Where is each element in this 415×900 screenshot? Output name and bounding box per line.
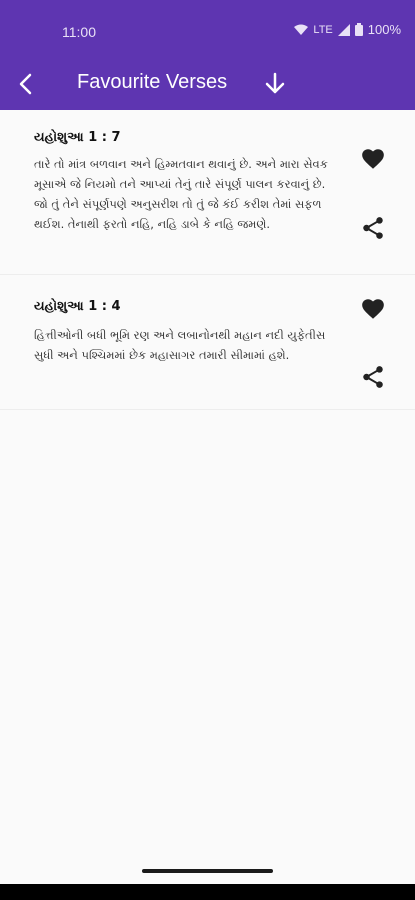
- heart-icon: [362, 299, 384, 319]
- page-title: Favourite Verses: [77, 71, 228, 93]
- share-icon: [363, 366, 383, 388]
- share-icon: [363, 217, 383, 239]
- arrow-down-icon: [265, 72, 285, 94]
- arrow-back-icon: [19, 73, 32, 95]
- signal-icon: [337, 23, 350, 36]
- app-toolbar: Favourite Verses: [0, 60, 415, 110]
- verse-card: યહોશુઆ 1 : 7 તારે તો માંત્ર બળવાન અને હિ…: [0, 110, 415, 275]
- verse-card: યહોશુઆ 1 : 4 હિત્તીઓની બધી ભૂમિ રણ અને લ…: [0, 275, 415, 410]
- verse-text: તારે તો માંત્ર બળવાન અને હિમ્મતવાન થવાનુ…: [34, 157, 328, 231]
- gesture-handle[interactable]: [142, 869, 273, 873]
- system-nav-bar: [0, 884, 415, 900]
- share-button[interactable]: [360, 364, 386, 390]
- verse-reference: યહોશુઆ 1 : 7: [34, 130, 121, 145]
- status-icons: LTE 100%: [294, 22, 401, 37]
- heart-icon: [362, 149, 384, 169]
- wifi-icon: [294, 24, 309, 35]
- status-bar: 11:00 LTE 100%: [0, 0, 415, 60]
- favourite-button[interactable]: [360, 146, 386, 172]
- share-button[interactable]: [360, 215, 386, 241]
- favourite-button[interactable]: [360, 296, 386, 322]
- network-label: LTE: [313, 23, 333, 36]
- verse-text: હિત્તીઓની બધી ભૂમિ રણ અને લબાનોનથી મહાન …: [34, 328, 326, 362]
- download-button[interactable]: [263, 70, 287, 98]
- battery-icon: [354, 23, 363, 36]
- battery-level: 100%: [367, 22, 401, 37]
- status-time: 11:00: [62, 24, 96, 40]
- verse-reference: યહોશુઆ 1 : 4: [34, 299, 121, 314]
- back-button[interactable]: [12, 70, 40, 98]
